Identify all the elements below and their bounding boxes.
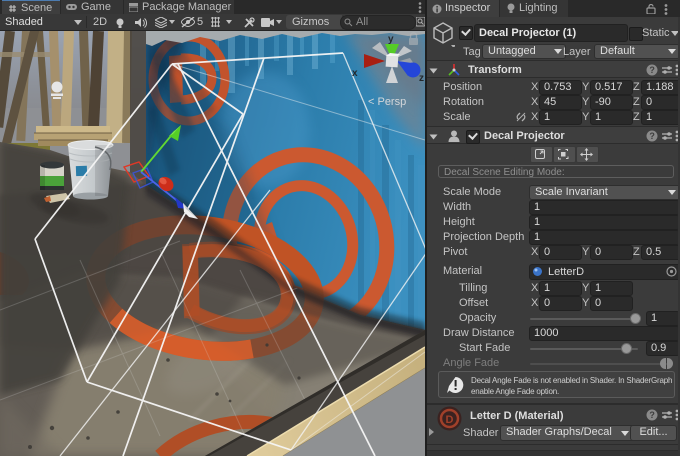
- svg-text:D: D: [446, 414, 454, 426]
- svg-text:?: ?: [649, 410, 655, 420]
- svg-text:z: z: [419, 73, 424, 84]
- svg-text:?: ?: [649, 65, 655, 75]
- svg-text:y: y: [388, 34, 394, 45]
- svg-text:< Persp: < Persp: [368, 96, 406, 108]
- svg-text:?: ?: [649, 131, 655, 141]
- svg-text:x: x: [352, 68, 358, 79]
